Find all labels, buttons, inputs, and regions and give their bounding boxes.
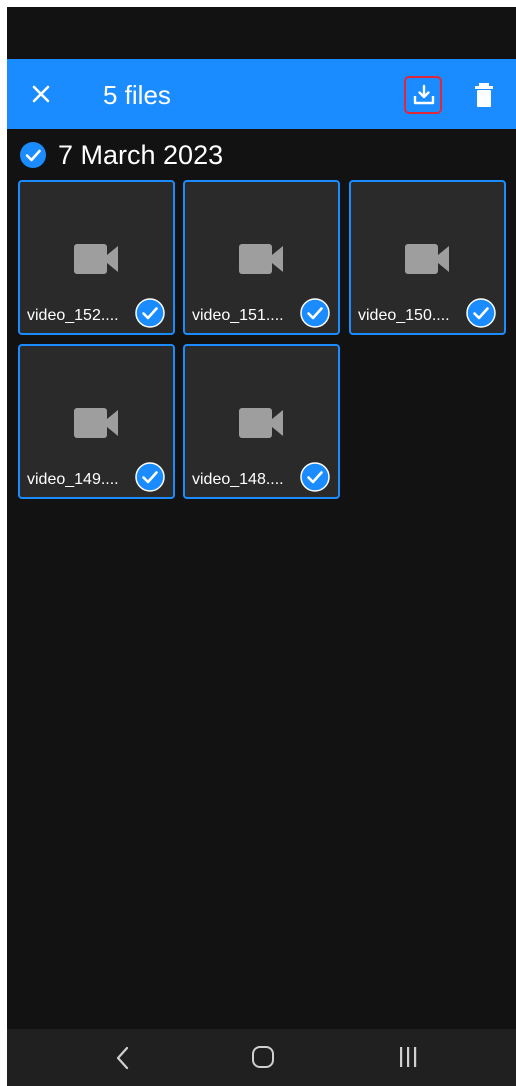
file-name: video_149....	[27, 471, 119, 488]
phone-screen: 5 files 7 March 2023 video_152.... video…	[7, 7, 516, 1086]
video-camera-icon	[238, 408, 283, 438]
selected-check-icon[interactable]	[300, 298, 330, 328]
video-tile[interactable]: video_148....	[183, 344, 340, 499]
video-tile[interactable]: video_149....	[18, 344, 175, 499]
selection-count-title: 5 files	[103, 80, 171, 110]
download-button[interactable]	[404, 76, 442, 114]
video-camera-icon	[404, 244, 449, 274]
video-camera-icon	[73, 408, 118, 438]
file-name: video_150....	[358, 307, 450, 324]
download-icon	[413, 84, 435, 105]
date-section-label: 7 March 2023	[58, 140, 224, 170]
close-icon	[32, 85, 50, 103]
selected-check-icon[interactable]	[300, 462, 330, 492]
file-name: video_152....	[27, 307, 119, 324]
close-selection-button[interactable]	[23, 76, 59, 112]
home-icon[interactable]	[252, 1046, 274, 1068]
video-tile[interactable]: video_152....	[18, 180, 175, 335]
delete-button[interactable]	[469, 79, 499, 111]
trash-icon	[475, 83, 493, 107]
select-all-check-icon[interactable]	[19, 141, 47, 169]
file-name: video_148....	[192, 471, 284, 488]
selection-app-bar: 5 files	[7, 59, 516, 129]
selected-check-icon[interactable]	[135, 462, 165, 492]
file-name: video_151....	[192, 307, 284, 324]
video-tile[interactable]: video_150....	[349, 180, 506, 335]
status-bar	[7, 7, 516, 59]
system-navigation-bar	[7, 1029, 516, 1086]
selected-check-icon[interactable]	[135, 298, 165, 328]
recent-apps-icon[interactable]	[399, 1046, 417, 1068]
back-chevron-icon[interactable]	[115, 1045, 131, 1071]
video-camera-icon	[238, 244, 283, 274]
selected-check-icon[interactable]	[466, 298, 496, 328]
video-camera-icon	[73, 244, 118, 274]
video-tile[interactable]: video_151....	[183, 180, 340, 335]
